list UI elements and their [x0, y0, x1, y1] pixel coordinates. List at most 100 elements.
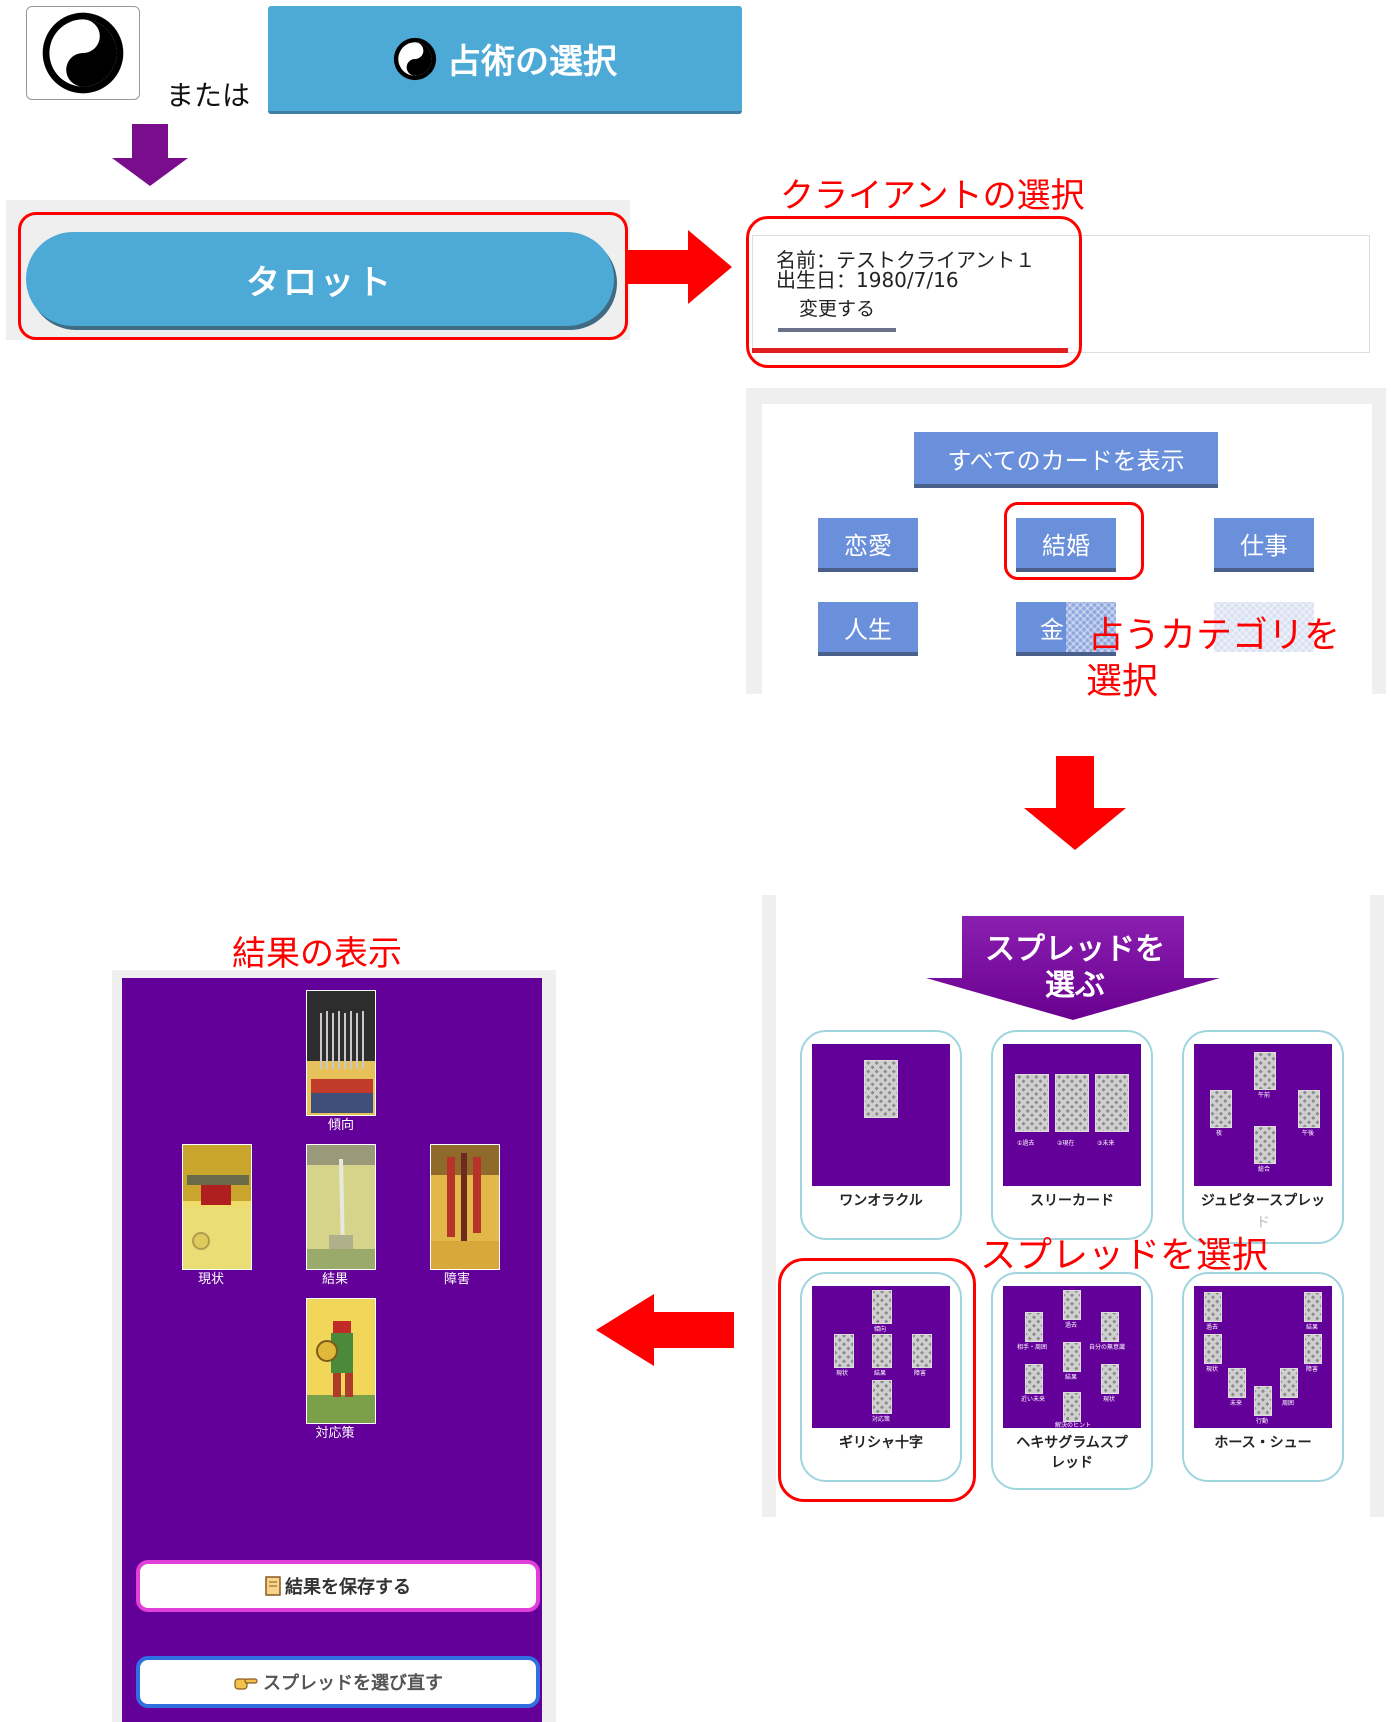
spread-three-card[interactable]: ①過去 ②現在 ③未来 スリーカード [991, 1030, 1153, 1240]
tarot-card-tendency[interactable] [306, 990, 376, 1116]
category-annotation-line2: 選択 [1086, 661, 1159, 702]
or-label: または [166, 79, 251, 112]
card-back-icon [864, 1060, 898, 1118]
client-highlight [746, 216, 1082, 368]
arrow-right-icon [628, 230, 732, 304]
category-money-label: 金 [1040, 615, 1064, 644]
card-back-icon [1228, 1368, 1246, 1398]
card-back-icon [1015, 1074, 1049, 1132]
show-all-cards-button[interactable]: すべてのカードを表示 [914, 432, 1218, 484]
tarot-position-label: 結果 [321, 1272, 348, 1287]
card-back-icon [1210, 1090, 1232, 1128]
category-life-button[interactable]: 人生 [818, 602, 918, 652]
card-back-icon [1095, 1074, 1129, 1132]
card-back-icon [1254, 1386, 1272, 1416]
card-position-label: ②現在 [1057, 1140, 1075, 1147]
divination-select-button[interactable]: 占術の選択 [268, 6, 742, 114]
card-position-label: 午前 [1258, 1092, 1271, 1099]
card-back-icon [1055, 1074, 1089, 1132]
card-position-label: 近い未来 [1021, 1396, 1046, 1403]
arrow-down-icon [112, 124, 188, 186]
save-result-button[interactable]: 結果を保存する [136, 1560, 540, 1612]
spread-name: ホース・シュー [1214, 1435, 1312, 1451]
save-result-label: 結果を保存する [285, 1577, 411, 1598]
tarot-position-label: 傾向 [327, 1118, 354, 1133]
category-annotation-line1: 占うカテゴリを [1088, 615, 1341, 656]
result-heading: 結果の表示 [232, 934, 402, 974]
card-back-icon [1063, 1290, 1081, 1320]
card-position-label: 結果 [1306, 1324, 1319, 1331]
spread-horseshoe[interactable]: 過去 結果 現状 障害 未来 周囲 行動 ホース・シュー [1182, 1272, 1344, 1482]
card-back-icon [1304, 1292, 1322, 1322]
tarot-card-current[interactable] [182, 1144, 252, 1270]
card-position-label: 行動 [1256, 1418, 1269, 1425]
spread-preview: 午前 夜 午後 総合 [1194, 1044, 1332, 1186]
card-position-label: 現状 [1103, 1396, 1116, 1403]
reselect-spread-label: スプレッドを選び直す [263, 1673, 443, 1694]
client-select-heading: クライアントの選択 [780, 176, 1085, 216]
card-position-label: 夜 [1216, 1130, 1223, 1137]
card-position-label: 午後 [1302, 1130, 1315, 1137]
reselect-spread-button[interactable]: スプレッドを選び直す [136, 1656, 540, 1708]
card-back-icon [1204, 1292, 1222, 1322]
card-back-icon [1280, 1368, 1298, 1398]
card-position-label: 過去 [1065, 1322, 1078, 1329]
card-back-icon [1101, 1364, 1119, 1394]
pointing-hand-icon [234, 1678, 258, 1690]
spread-preview [812, 1044, 950, 1186]
spread-jupiter[interactable]: 午前 夜 午後 総合 ジュピタースプレッ ド [1182, 1030, 1344, 1244]
card-back-icon [1298, 1090, 1320, 1128]
yin-yang-button[interactable] [26, 6, 140, 100]
spread-preview: 過去 結果 現状 障害 未来 周囲 行動 [1194, 1286, 1332, 1428]
spread-annotation: スプレッドを選択 [980, 1235, 1269, 1276]
tarot-card-obstacle[interactable] [430, 1144, 500, 1270]
card-position-label: ①過去 [1017, 1140, 1035, 1147]
card-position-label: 解決のヒント [1055, 1422, 1092, 1429]
yin-yang-icon [42, 12, 124, 94]
card-position-label: 現状 [1206, 1366, 1219, 1373]
spread-preview: 過去 相手・周囲 自分の無意識 結果 近い未来 解決のヒント 現状 [1003, 1286, 1141, 1429]
card-position-label: 過去 [1206, 1324, 1219, 1331]
card-back-icon [1025, 1364, 1043, 1394]
greek-cross-highlight [778, 1258, 976, 1502]
spread-name: スリーカード [1030, 1193, 1114, 1209]
card-back-icon [1204, 1334, 1222, 1364]
card-back-icon [1254, 1126, 1276, 1164]
tarot-highlight [18, 212, 628, 340]
card-position-label: ③未来 [1097, 1140, 1115, 1147]
tarot-card-result[interactable] [306, 1144, 376, 1270]
spread-banner-line2: 選ぶ [1045, 968, 1105, 1003]
tarot-card-countermeasure[interactable] [306, 1298, 376, 1424]
spread-hexagram[interactable]: 過去 相手・周囲 自分の無意識 結果 近い未来 解決のヒント 現状 ヘキサグラム… [991, 1272, 1153, 1490]
tarot-position-label: 対応策 [315, 1426, 355, 1441]
divination-select-label: 占術の選択 [447, 42, 617, 82]
yin-yang-icon [393, 37, 437, 80]
arrow-left-icon [596, 1294, 734, 1366]
card-back-icon [1254, 1052, 1276, 1090]
spread-name-wrap: レッド [1051, 1455, 1093, 1471]
category-work-button[interactable]: 仕事 [1214, 518, 1314, 568]
marriage-highlight [1004, 502, 1144, 580]
card-back-icon [1025, 1312, 1043, 1342]
tarot-position-label: 障害 [443, 1272, 470, 1287]
card-position-label: 結果 [1065, 1374, 1078, 1381]
spread-one-oracle[interactable]: ワンオラクル [800, 1030, 962, 1240]
spread-name: ワンオラクル [839, 1193, 923, 1209]
card-position-label: 未来 [1230, 1400, 1243, 1407]
save-icon [265, 1576, 281, 1596]
card-back-icon [1063, 1392, 1081, 1422]
card-position-label: 自分の無意識 [1089, 1344, 1126, 1351]
spread-name: ジュピタースプレッ [1200, 1193, 1326, 1209]
spread-name: ヘキサグラムスプ [1016, 1435, 1128, 1451]
card-position-label: 障害 [1306, 1366, 1319, 1373]
card-position-label: 総合 [1258, 1166, 1271, 1173]
spread-preview: ①過去 ②現在 ③未来 [1003, 1044, 1141, 1186]
card-position-label: 相手・周囲 [1017, 1344, 1048, 1351]
card-back-icon [1304, 1334, 1322, 1364]
category-love-button[interactable]: 恋愛 [818, 518, 918, 568]
card-position-label: 周囲 [1282, 1400, 1295, 1407]
card-back-icon [1063, 1342, 1081, 1372]
card-back-icon [1101, 1312, 1119, 1342]
tarot-position-label: 現状 [197, 1272, 224, 1287]
arrow-down-icon [1024, 756, 1126, 850]
